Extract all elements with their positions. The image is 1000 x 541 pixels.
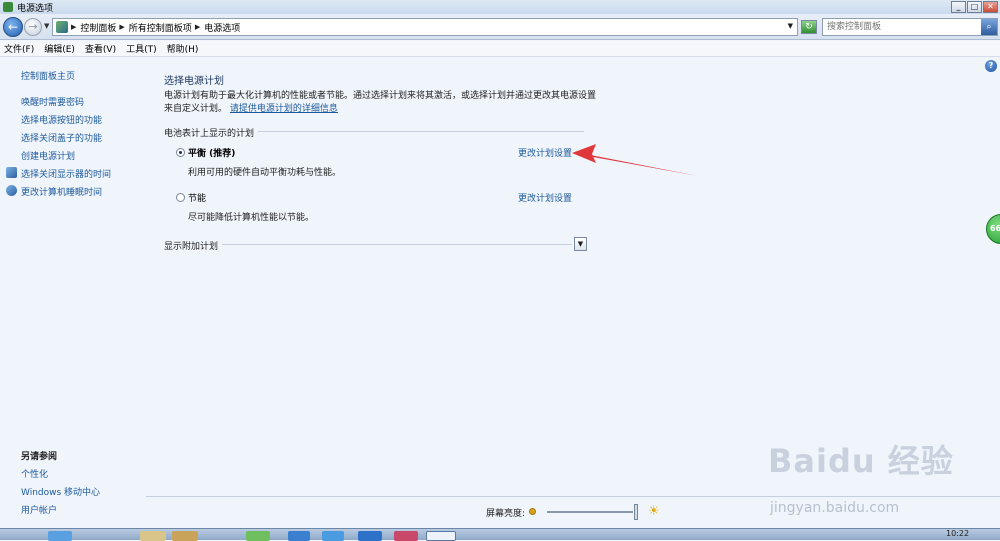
bottom-divider bbox=[146, 496, 1000, 497]
minimize-button[interactable]: _ bbox=[951, 1, 966, 13]
chevron-right-icon[interactable]: ▶ bbox=[71, 23, 76, 31]
taskbar-clock[interactable]: 10:22 bbox=[946, 529, 969, 538]
menu-edit[interactable]: 编辑(E) bbox=[44, 42, 75, 55]
expand-more-plans-button[interactable]: ▼ bbox=[574, 237, 587, 251]
search-icon[interactable]: ⌕ bbox=[981, 19, 997, 35]
plan-balanced-name[interactable]: 平衡 (推荐) bbox=[188, 146, 235, 159]
address-box[interactable]: ▶ 控制面板 ▶ 所有控制面板项 ▶ 电源选项 ▼ bbox=[52, 18, 798, 36]
close-button[interactable]: ✕ bbox=[983, 1, 998, 13]
plan-balanced-desc: 利用可用的硬件自动平衡功耗与性能。 bbox=[188, 168, 342, 178]
plan-description: 电源计划有助于最大化计算机的性能或者节能。通过选择计划来将其激活，或选择计划并通… bbox=[164, 90, 604, 116]
chevron-right-icon[interactable]: ▶ bbox=[119, 23, 124, 31]
maximize-button[interactable]: □ bbox=[967, 1, 982, 13]
annotation-arrow bbox=[572, 144, 698, 176]
group-label: 电池表计上显示的计划 bbox=[164, 126, 259, 139]
more-plans-label[interactable]: 显示附加计划 bbox=[164, 239, 223, 252]
menu-bar: 文件(F) 编辑(E) 查看(V) 工具(T) 帮助(H) bbox=[0, 41, 1000, 57]
search-field[interactable]: ⌕ bbox=[822, 18, 998, 36]
brightness-label: 屏幕亮度: bbox=[486, 509, 526, 519]
brightness-slider-thumb[interactable] bbox=[634, 504, 638, 520]
sidebar-link-sleep-time[interactable]: 更改计算机睡眠时间 bbox=[21, 185, 102, 198]
window-title: 电源选项 bbox=[17, 3, 54, 14]
menu-tools[interactable]: 工具(T) bbox=[126, 42, 157, 55]
sidebar-link-close-lid[interactable]: 选择关闭盖子的功能 bbox=[21, 131, 102, 144]
sidebar-link-power-button[interactable]: 选择电源按钮的功能 bbox=[21, 113, 102, 126]
brightness-slider[interactable] bbox=[547, 511, 633, 513]
help-icon[interactable]: ? bbox=[985, 60, 997, 72]
change-plan-settings-balanced[interactable]: 更改计划设置 bbox=[518, 146, 572, 159]
power-options-icon bbox=[3, 2, 13, 12]
watermark: Baidu 经验 jingyan.baidu.com bbox=[768, 436, 954, 516]
menu-file[interactable]: 文件(F) bbox=[4, 42, 34, 55]
window-controls: _ □ ✕ bbox=[951, 1, 998, 13]
see-also-heading: 另请参阅 bbox=[21, 452, 58, 462]
breadcrumb-all-items[interactable]: 所有控制面板项 bbox=[129, 21, 192, 34]
history-dropdown-icon[interactable]: ▼ bbox=[44, 22, 49, 30]
more-plans-divider bbox=[164, 244, 572, 245]
menu-help[interactable]: 帮助(H) bbox=[167, 42, 199, 55]
plan-power-saver-desc: 尽可能降低计算机性能以节能。 bbox=[188, 213, 315, 223]
monitor-shield-icon bbox=[6, 167, 17, 178]
change-plan-settings-power-saver[interactable]: 更改计划设置 bbox=[518, 191, 572, 204]
radio-power-saver[interactable] bbox=[176, 193, 185, 202]
taskbar: 10:22 bbox=[0, 528, 1000, 541]
sidebar: 控制面板主页 唤醒时需要密码 选择电源按钮的功能 选择关闭盖子的功能 创建电源计… bbox=[0, 58, 146, 520]
description-text: 电源计划有助于最大化计算机的性能或者节能。通过选择计划来将其激活，或选择计划并通… bbox=[164, 91, 597, 114]
sidebar-link-create-plan[interactable]: 创建电源计划 bbox=[21, 149, 75, 162]
sidebar-link-display-off[interactable]: 选择关闭显示器的时间 bbox=[21, 167, 111, 180]
title-bar: 电源选项 _ □ ✕ bbox=[0, 0, 1000, 14]
breadcrumb-power-options[interactable]: 电源选项 bbox=[204, 21, 240, 34]
see-also-personalize[interactable]: 个性化 bbox=[21, 467, 48, 480]
sidebar-link-wake-password[interactable]: 唤醒时需要密码 bbox=[21, 95, 84, 108]
sleep-icon bbox=[6, 185, 17, 196]
chevron-right-icon[interactable]: ▶ bbox=[195, 23, 200, 31]
sidebar-home-link[interactable]: 控制面板主页 bbox=[21, 69, 75, 82]
search-input[interactable] bbox=[823, 19, 973, 35]
address-bar: ← → ▼ ▶ 控制面板 ▶ 所有控制面板项 ▶ 电源选项 ▼ ↻ ⌕ bbox=[0, 14, 1000, 40]
page-title: 选择电源计划 bbox=[164, 76, 224, 87]
forward-arrow-icon[interactable]: → bbox=[24, 18, 42, 36]
radio-balanced[interactable] bbox=[176, 148, 185, 157]
chevron-down-icon[interactable]: ▼ bbox=[788, 22, 793, 30]
control-panel-icon bbox=[56, 21, 68, 33]
plan-info-link[interactable]: 请提供电源计划的详细信息 bbox=[230, 104, 338, 114]
refresh-icon[interactable]: ↻ bbox=[801, 20, 817, 34]
see-also-user-accounts[interactable]: 用户帐户 bbox=[21, 503, 57, 516]
watermark-url: jingyan.baidu.com bbox=[770, 500, 900, 516]
baidu-logo: Baidu 经验 bbox=[768, 442, 954, 480]
back-arrow-icon[interactable]: ← bbox=[3, 17, 23, 37]
side-badge-text: 66 bbox=[990, 224, 1000, 233]
see-also-mobility-center[interactable]: Windows 移动中心 bbox=[21, 485, 100, 498]
brightness-low-icon bbox=[529, 508, 536, 515]
breadcrumb-control-panel[interactable]: 控制面板 bbox=[80, 21, 116, 34]
brightness-high-icon: ☀ bbox=[648, 504, 660, 519]
plan-power-saver-name[interactable]: 节能 bbox=[188, 191, 206, 204]
menu-view[interactable]: 查看(V) bbox=[85, 42, 116, 55]
